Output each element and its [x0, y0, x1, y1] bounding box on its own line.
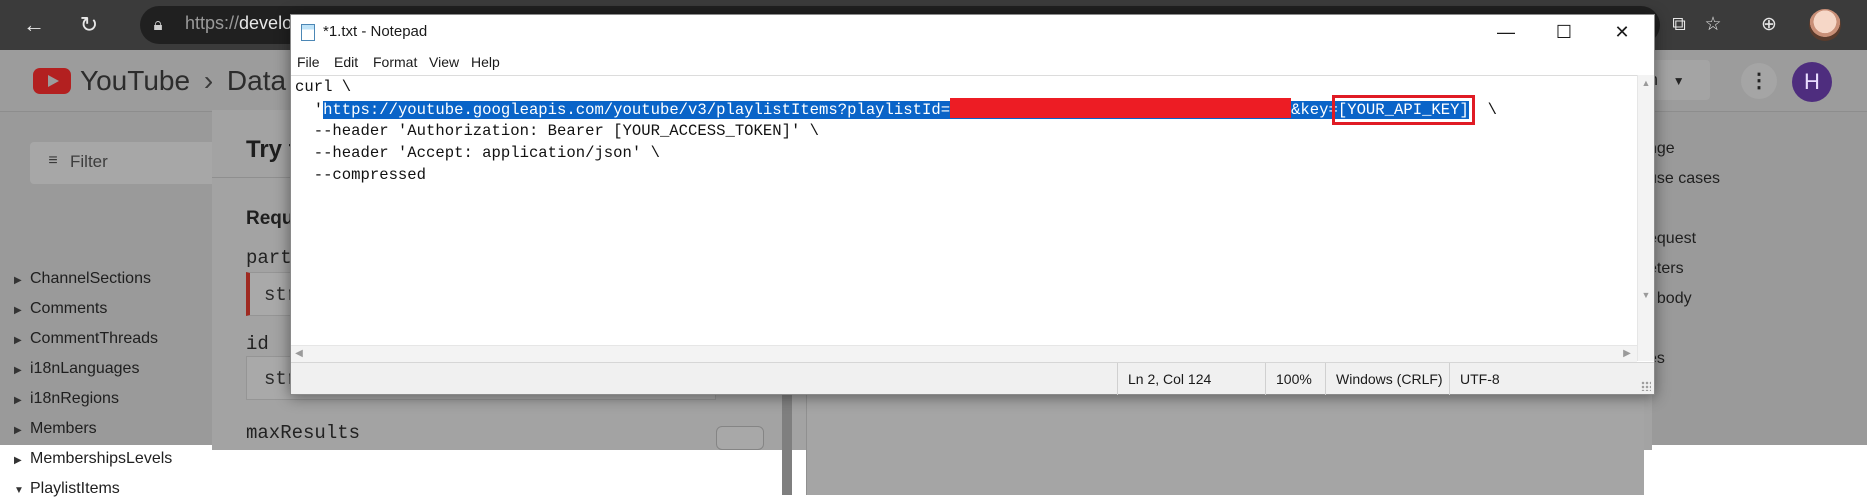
- user-avatar[interactable]: H: [1792, 62, 1832, 102]
- scroll-up-icon[interactable]: ▲: [1638, 75, 1654, 91]
- menu-help[interactable]: Help: [471, 54, 500, 70]
- encoding: UTF-8: [1449, 363, 1653, 395]
- text-editor[interactable]: curl \ 'https://youtube.googleapis.com/y…: [291, 75, 1637, 361]
- back-icon[interactable]: ←: [19, 10, 49, 40]
- sidebar-item[interactable]: ▶ i18nRegions: [14, 390, 119, 414]
- reload-icon[interactable]: ↻: [74, 10, 104, 40]
- chevron-right-icon: ▶: [14, 305, 22, 316]
- param-label-id: id: [246, 333, 269, 355]
- request-heading: Requ: [246, 208, 294, 229]
- code-line: --header 'Authorization: Bearer [YOUR_AC…: [295, 122, 820, 140]
- address-bar-url[interactable]: https://develo: [185, 13, 292, 34]
- favorites-icon[interactable]: ☆: [1700, 12, 1726, 38]
- sidebar-item[interactable]: ▶ ChannelSections: [14, 270, 151, 294]
- code-line-url: 'https://youtube.googleapis.com/youtube/…: [295, 95, 1497, 125]
- chevron-right-icon: ▶: [14, 425, 22, 436]
- extensions-icon[interactable]: ⧉: [1666, 12, 1692, 38]
- menu-format[interactable]: Format: [373, 54, 417, 70]
- close-button[interactable]: ✕: [1593, 15, 1651, 49]
- cursor-position: Ln 2, Col 124: [1117, 363, 1265, 395]
- vertical-scrollbar[interactable]: ▲ ▼: [1637, 75, 1654, 361]
- notepad-window: *1.txt - Notepad — ☐ ✕ File Edit Format …: [290, 14, 1655, 395]
- code-line: curl \: [295, 78, 352, 96]
- chevron-right-icon: ▶: [14, 335, 22, 346]
- site-title[interactable]: YouTube › Data: [80, 65, 286, 97]
- chevron-down-icon: ▼: [14, 485, 24, 496]
- chevron-right-icon: ▶: [14, 275, 22, 286]
- resize-grip-icon[interactable]: [1641, 381, 1651, 391]
- lock-icon[interactable]: 🔒︎: [145, 12, 171, 38]
- filter-placeholder: Filter: [70, 152, 108, 171]
- toc-item[interactable]: use cases: [1648, 170, 1720, 188]
- chevron-down-icon: ▼: [1672, 74, 1685, 88]
- sidebar-item[interactable]: ▶ Members: [14, 420, 97, 444]
- key-param: &key=: [1291, 101, 1338, 119]
- menu-file[interactable]: File: [297, 54, 320, 70]
- youtube-logo-icon[interactable]: [33, 68, 71, 94]
- filter-icon: ≡: [48, 152, 58, 169]
- param-action-button[interactable]: [716, 426, 764, 450]
- sidebar-item[interactable]: ▶ Comments: [14, 300, 107, 324]
- selected-url: https://youtube.googleapis.com/youtube/v…: [323, 101, 951, 119]
- maximize-button[interactable]: ☐: [1535, 15, 1593, 49]
- code-line: --header 'Accept: application/json' \: [295, 144, 660, 162]
- line-ending: Windows (CRLF): [1325, 363, 1449, 395]
- collections-icon[interactable]: ⊕: [1756, 12, 1782, 38]
- scroll-right-icon[interactable]: ▶: [1619, 346, 1635, 362]
- chevron-right-icon: ▶: [14, 455, 22, 466]
- status-bar: Ln 2, Col 124 100% Windows (CRLF) UTF-8: [291, 362, 1654, 395]
- code-line: --compressed: [295, 166, 427, 184]
- sidebar-item[interactable]: ▶ MembershipsLevels: [14, 450, 172, 474]
- sidebar-item-playlistitems[interactable]: ▼ PlaylistItems: [14, 480, 120, 504]
- param-label-maxresults: maxResults: [246, 422, 361, 444]
- notepad-titlebar[interactable]: *1.txt - Notepad — ☐ ✕: [291, 15, 1654, 49]
- redacted-playlist-id: [950, 98, 1292, 118]
- more-options-button[interactable]: ⋮: [1741, 63, 1777, 99]
- scroll-left-icon[interactable]: ◀: [291, 346, 307, 362]
- zoom-level: 100%: [1265, 363, 1325, 395]
- menu-view[interactable]: View: [429, 54, 459, 70]
- menu-edit[interactable]: Edit: [334, 54, 358, 70]
- notepad-app-icon: [301, 24, 315, 41]
- horizontal-scrollbar[interactable]: ◀ ▶: [291, 345, 1637, 362]
- sidebar-item[interactable]: ▶ CommentThreads: [14, 330, 158, 354]
- chevron-right-icon: ▶: [14, 365, 22, 376]
- scroll-down-icon[interactable]: ▼: [1638, 287, 1654, 303]
- param-label-part: part: [246, 247, 292, 269]
- menu-bar: File Edit Format View Help: [291, 49, 1654, 75]
- window-title: *1.txt - Notepad: [323, 23, 428, 40]
- api-key-placeholder: [YOUR_API_KEY]: [1331, 95, 1475, 125]
- profile-avatar[interactable]: [1809, 9, 1841, 41]
- toc-item[interactable]: equest: [1648, 230, 1696, 248]
- minimize-button[interactable]: —: [1477, 15, 1535, 49]
- sidebar-item[interactable]: ▶ i18nLanguages: [14, 360, 139, 384]
- chevron-right-icon: ▶: [14, 395, 22, 406]
